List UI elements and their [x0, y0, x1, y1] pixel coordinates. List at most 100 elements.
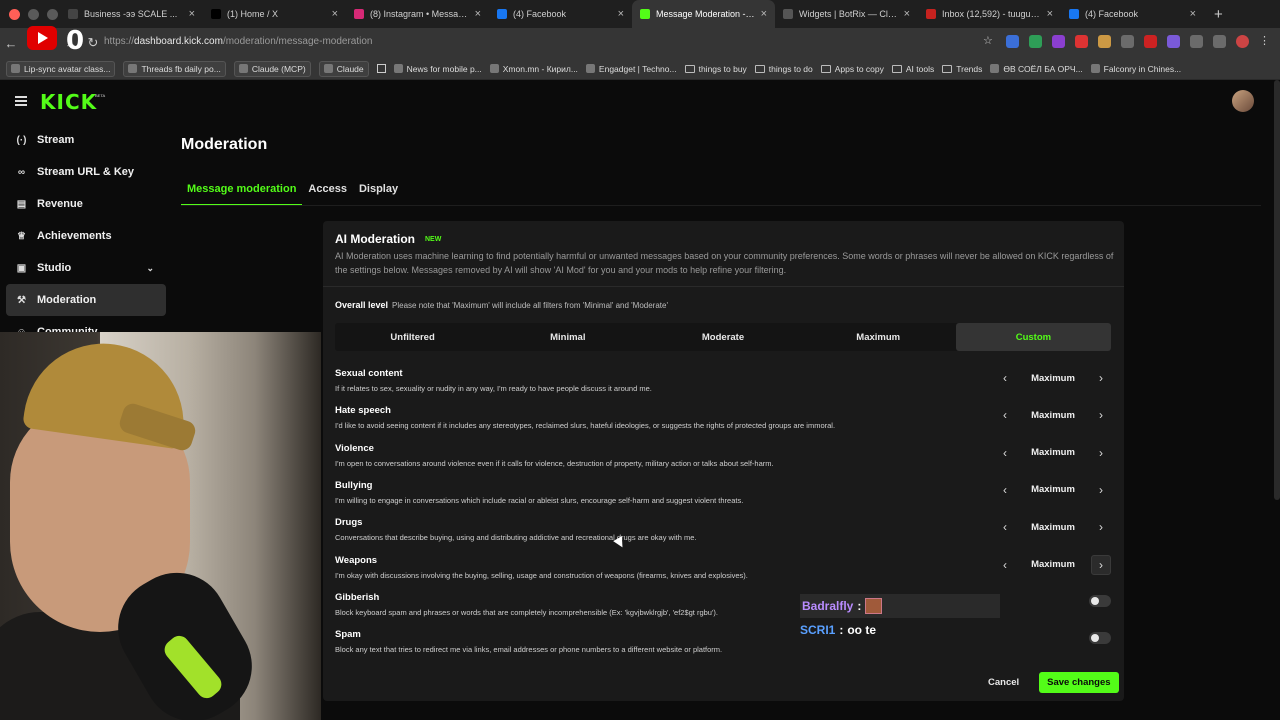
bookmark[interactable]: News for mobile p... [393, 64, 482, 74]
browser-tab[interactable]: Message Moderation - Kick × [632, 0, 775, 28]
close-icon[interactable]: × [1190, 8, 1196, 20]
bookmark[interactable]: things to do [754, 64, 813, 74]
close-icon[interactable]: × [904, 8, 910, 20]
rule-hate-speech: Hate speech I'd like to avoid seeing cont… [335, 405, 1111, 442]
extension-icon[interactable] [1075, 35, 1088, 48]
close-icon[interactable]: × [475, 8, 481, 20]
chevron-down-icon[interactable]: ⌄ [146, 263, 154, 274]
sidebar-item-studio[interactable]: ▣ Studio ⌄ [6, 252, 166, 284]
close-icon[interactable]: × [761, 8, 767, 20]
scrollbar[interactable] [1274, 80, 1280, 500]
bookmark[interactable]: Trends [942, 64, 982, 74]
chevron-right-icon[interactable]: › [1091, 480, 1111, 500]
webcam-overlay [0, 332, 321, 720]
browser-tab[interactable]: (4) Facebook × [489, 0, 632, 28]
sidebar-item-revenue[interactable]: ▤ Revenue [6, 188, 166, 220]
browser-tab[interactable]: (4) Facebook × [1061, 0, 1204, 28]
sidebar-item-stream[interactable]: (·) Stream [6, 124, 166, 156]
bookmark[interactable]: Claude [318, 60, 369, 77]
apps-grid-icon[interactable] [376, 64, 386, 73]
bookmark[interactable]: Falconry in Chines... [1090, 64, 1181, 74]
tab-label: Widgets | BotRix — Cloud [799, 9, 898, 19]
browser-tab[interactable]: Inbox (12,592) - tuugum... × [918, 0, 1061, 28]
new-tab-icon[interactable]: + [1214, 6, 1223, 23]
close-icon[interactable]: × [1047, 8, 1053, 20]
chat-username: Badralfly [802, 599, 854, 613]
extension-icon[interactable] [1006, 35, 1019, 48]
bookmark[interactable]: ӨВ СОЁЛ БА ОРЧ... [990, 64, 1083, 74]
bookmark-label: Apps to copy [834, 63, 884, 74]
ai-moderation-description: AI Moderation uses machine learning to f… [335, 251, 1114, 275]
level-maximum[interactable]: Maximum [801, 323, 956, 351]
chevron-left-icon[interactable]: ‹ [995, 480, 1015, 500]
chevron-left-icon[interactable]: ‹ [995, 405, 1015, 425]
chevron-left-icon[interactable]: ‹ [995, 368, 1015, 388]
bookmark[interactable]: AI tools [891, 64, 934, 74]
avatar[interactable] [1232, 90, 1254, 112]
bookmark[interactable]: Xmon.mn - Кирил... [489, 64, 578, 74]
chevron-right-icon[interactable]: › [1090, 554, 1111, 575]
extension-icon[interactable] [1167, 35, 1180, 48]
extension-icon[interactable] [1052, 35, 1065, 48]
save-changes-button[interactable]: Save changes [1039, 672, 1119, 693]
browser-tab[interactable]: (8) Instagram • Messages × [346, 0, 489, 28]
star-icon[interactable]: ☆ [983, 35, 996, 48]
toggle-switch[interactable] [1089, 632, 1111, 645]
tab-access[interactable]: Access [302, 180, 353, 206]
level-custom[interactable]: Custom [955, 323, 1112, 351]
chat-overlay: Badralfly: SCRI1: oo te [800, 594, 1000, 642]
bookmark[interactable]: Claude (MCP) [233, 60, 311, 77]
folder-icon [820, 64, 831, 73]
browser-tab[interactable]: Business -ээ SCALE ... × [60, 0, 203, 28]
url-field[interactable]: https://dashboard.kick.com/moderation/me… [104, 36, 372, 47]
close-icon[interactable]: × [332, 8, 338, 20]
level-moderate[interactable]: Moderate [645, 323, 800, 351]
chevron-left-icon[interactable]: ‹ [995, 517, 1015, 537]
sidebar-item-label: Studio [37, 262, 72, 274]
puzzle-icon[interactable] [1190, 35, 1203, 48]
menu-icon[interactable] [15, 96, 27, 106]
extension-icon[interactable] [1121, 35, 1134, 48]
sidebar-icon[interactable] [1213, 35, 1226, 48]
bookmark[interactable]: Apps to copy [820, 63, 884, 74]
chevron-right-icon[interactable]: › [1091, 517, 1111, 537]
extension-icon[interactable] [1098, 35, 1111, 48]
close-icon[interactable]: × [189, 8, 195, 20]
cancel-button[interactable]: Cancel [980, 672, 1027, 693]
tab-display[interactable]: Display [353, 180, 404, 206]
folder-icon [942, 64, 953, 73]
reload-icon[interactable]: ↻ [82, 35, 104, 51]
browser-tab[interactable]: Widgets | BotRix — Cloud × [775, 0, 918, 28]
sidebar-item-stream-url-key[interactable]: ∞ Stream URL & Key [6, 156, 166, 188]
close-icon[interactable]: × [618, 8, 624, 20]
extension-icon[interactable] [1029, 35, 1042, 48]
level-unfiltered[interactable]: Unfiltered [335, 323, 490, 351]
chevron-left-icon[interactable]: ‹ [995, 555, 1015, 575]
chevron-right-icon[interactable]: › [1091, 443, 1111, 463]
bookmark[interactable]: Threads fb daily po... [123, 60, 226, 77]
studio-icon: ▣ [16, 262, 27, 274]
extension-icon[interactable] [1144, 35, 1157, 48]
chat-message: SCRI1: oo te [800, 618, 1000, 642]
tab-message-moderation[interactable]: Message moderation [181, 180, 303, 206]
instagram-icon [354, 9, 364, 19]
chevron-right-icon[interactable]: › [1091, 368, 1111, 388]
bookmark[interactable]: Lip-sync avatar class... [6, 60, 116, 77]
sidebar-item-moderation[interactable]: ⚒ Moderation [6, 284, 166, 316]
sidebar-item-achievements[interactable]: ♕ Achievements [6, 220, 166, 252]
sidebar-item-label: Stream [37, 134, 75, 146]
divider [323, 286, 1124, 287]
emote-icon [865, 598, 883, 614]
browser-tab[interactable]: (1) Home / X × [203, 0, 346, 28]
toggle-switch[interactable] [1089, 594, 1111, 607]
profile-icon[interactable] [1236, 35, 1249, 48]
chevron-right-icon[interactable]: › [1091, 405, 1111, 425]
level-minimal[interactable]: Minimal [490, 323, 645, 351]
kick-logo[interactable]: KICK [40, 90, 97, 114]
bookmark[interactable]: Engadget | Techno... [585, 64, 677, 74]
chevron-left-icon[interactable]: ‹ [995, 443, 1015, 463]
bookmark[interactable]: things to buy [684, 64, 747, 74]
window-controls[interactable] [0, 8, 60, 20]
menu-dots-icon[interactable]: ⋮ [1259, 35, 1272, 48]
back-icon[interactable]: ← [0, 36, 22, 51]
